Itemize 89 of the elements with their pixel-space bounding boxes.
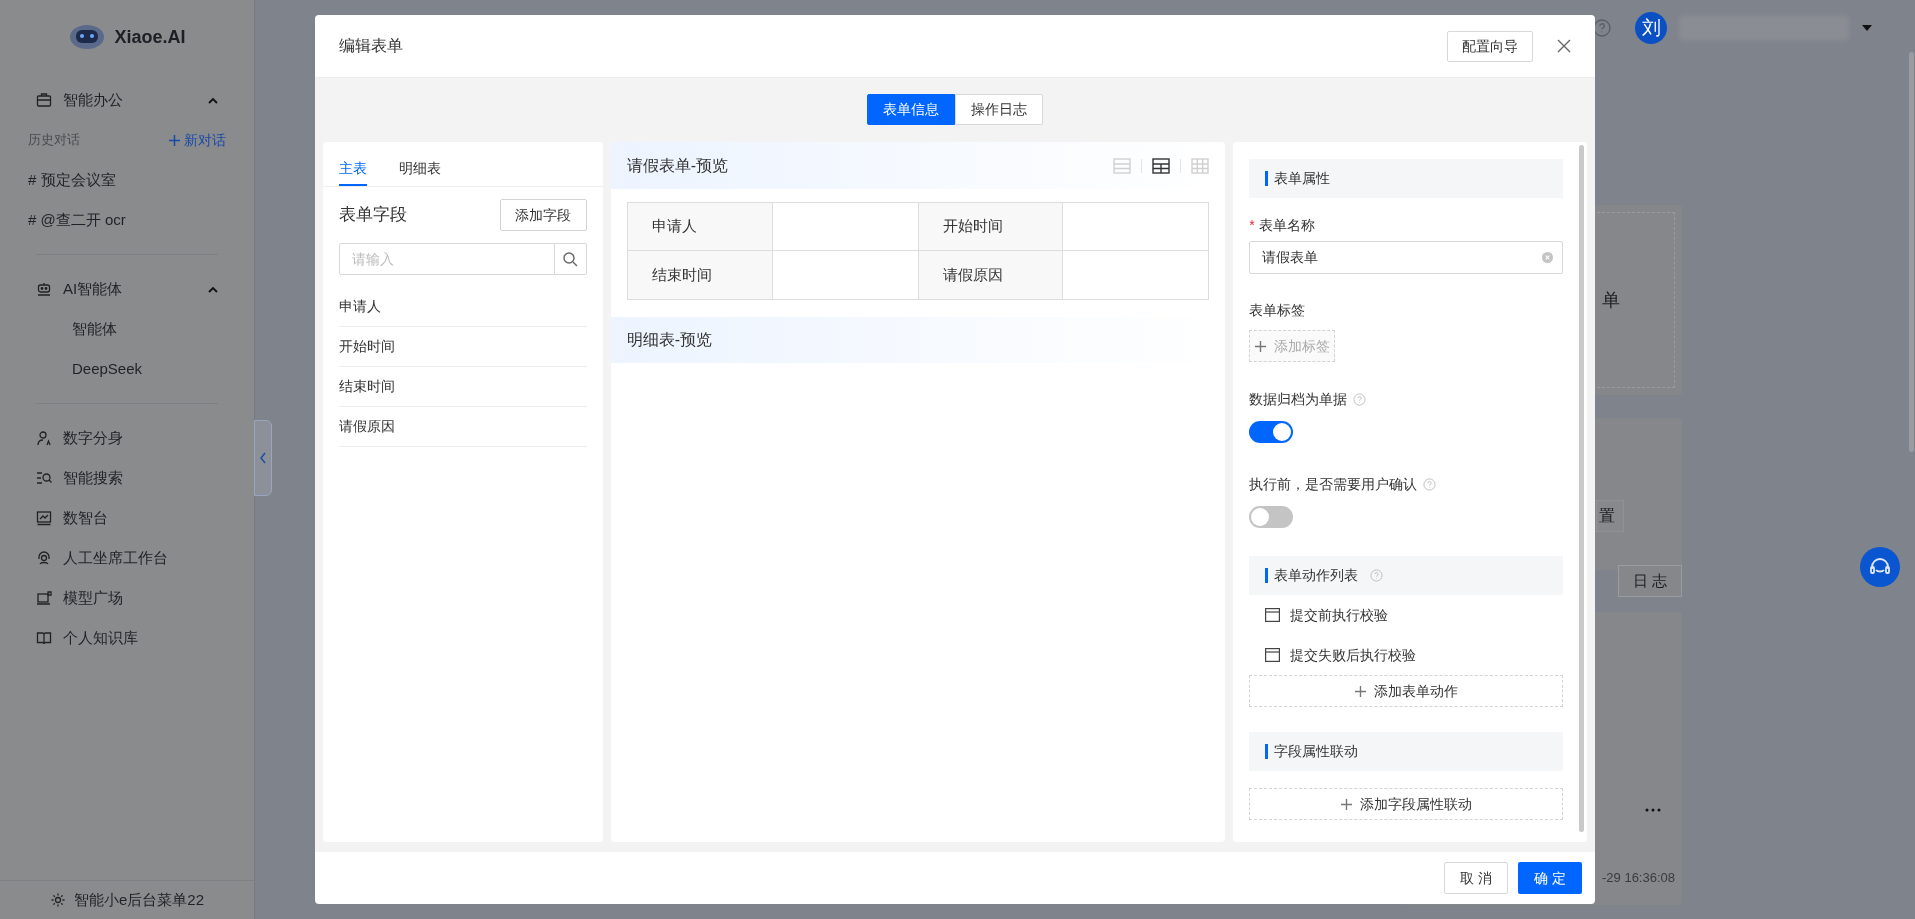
avatar[interactable]: 刘 (1635, 12, 1667, 44)
section-title: 字段属性联动 (1274, 742, 1359, 761)
history-label: 历史对话 (28, 131, 80, 150)
chat-support-button[interactable] (1860, 547, 1900, 587)
robot-icon (36, 281, 52, 297)
menu-item[interactable]: DeepSeek (0, 349, 254, 389)
field-label: 执行前，是否需要用户确认 (1249, 475, 1418, 494)
briefcase-icon (36, 92, 52, 108)
table-cell: 开始时间 (918, 203, 1064, 250)
menu-item[interactable]: 智能体 (0, 309, 254, 349)
tab[interactable]: 表单信息 (867, 94, 955, 125)
plus-icon (1340, 798, 1352, 810)
form-name-field[interactable]: 请假表单 (1249, 241, 1563, 274)
nav-item[interactable]: 智能搜索 (0, 458, 254, 498)
monitor-icon (36, 590, 52, 606)
history-item[interactable]: # 预定会议室 (0, 160, 254, 200)
action-item[interactable]: 提交失败后执行校验 (1249, 635, 1563, 675)
tab[interactable]: 操作日志 (955, 94, 1043, 125)
plus-icon (1354, 685, 1366, 697)
book-icon (36, 630, 52, 646)
person-icon (36, 430, 52, 446)
search-field[interactable]: 请输入 (339, 243, 555, 275)
add-button[interactable]: 添加字段属性联动 (1249, 788, 1563, 820)
search-list-icon (36, 470, 52, 486)
guide-button[interactable]: 配置向导 (1447, 30, 1533, 62)
plus-icon (169, 134, 180, 146)
section-title: 表单动作列表 (1274, 566, 1359, 585)
field-label: 表单标签 (1249, 301, 1307, 320)
required-mark: * (1249, 216, 1255, 235)
nav-item[interactable]: 模型广场 (0, 578, 254, 618)
menu-section-header[interactable]: 智能办公 (0, 80, 254, 120)
help-icon[interactable] (1593, 19, 1611, 37)
toggle-switch[interactable] (1249, 421, 1294, 443)
new-chat-link[interactable]: 新对话 (169, 129, 226, 151)
add-button[interactable]: 添加表单动作 (1249, 675, 1563, 707)
field-item[interactable]: 请假原因 (339, 407, 587, 447)
nav-item[interactable]: 个人知识库 (0, 618, 254, 658)
field-item[interactable]: 结束时间 (339, 367, 587, 407)
footer-menu-label[interactable]: 智能小e后台菜单22 (74, 888, 204, 912)
table-cell: 申请人 (627, 203, 773, 250)
field-item[interactable]: 申请人 (339, 287, 587, 327)
two-column-layout-icon[interactable] (1152, 156, 1171, 175)
search-icon (562, 251, 579, 267)
plus-icon (1254, 340, 1266, 352)
search-button[interactable] (554, 243, 587, 275)
history-item[interactable]: # @查二开 ocr (0, 200, 254, 240)
preview-title: 请假表单-预览 (626, 155, 729, 176)
nav-item[interactable]: 数智台 (0, 498, 254, 538)
scrollbar[interactable] (1579, 145, 1584, 832)
dialog-title: 编辑表单 (339, 36, 403, 56)
window-icon (1265, 608, 1281, 622)
log-button[interactable]: 日 志 (1618, 565, 1682, 597)
window-icon (1265, 648, 1281, 662)
table-cell: 结束时间 (627, 251, 773, 299)
section-label: AI智能体 (63, 278, 123, 299)
scrollbar[interactable] (1908, 52, 1914, 452)
chart-icon (36, 510, 52, 526)
robot-logo-icon (68, 23, 107, 51)
more-icon[interactable] (1645, 808, 1661, 812)
field-label: 数据归档为单据 (1249, 390, 1348, 409)
section-label: 智能办公 (63, 89, 123, 110)
field-item[interactable]: 开始时间 (339, 327, 587, 367)
toggle-switch[interactable] (1249, 506, 1294, 528)
detail-title: 明细表-预览 (626, 330, 713, 350)
menu-section-header[interactable]: AI智能体 (0, 269, 254, 309)
tab[interactable]: 明细表 (399, 152, 441, 186)
close-icon[interactable] (1557, 39, 1571, 53)
tab[interactable]: 主表 (339, 152, 367, 186)
chevron-up-icon[interactable] (208, 285, 218, 293)
chevron-left-icon (259, 452, 267, 464)
settings-icon[interactable] (50, 892, 66, 908)
timestamp: -29 16:36:08 (1602, 869, 1675, 887)
table-cell: 请假原因 (918, 251, 1064, 299)
section-heading: 表单字段 (339, 204, 407, 227)
confirm-button[interactable]: 确 定 (1518, 862, 1582, 894)
collapse-handle[interactable] (254, 420, 272, 496)
section-title: 表单属性 (1274, 169, 1331, 188)
field-label: 表单名称 (1258, 216, 1315, 235)
logo-text: Xiaoe.AI (114, 25, 186, 49)
nav-item[interactable]: 数字分身 (0, 418, 254, 458)
add-field-button[interactable]: 添加字段 (499, 199, 587, 231)
nav-item[interactable]: 人工坐席工作台 (0, 538, 254, 578)
card-label: 单 (1602, 288, 1621, 312)
chevron-up-icon[interactable] (208, 96, 218, 104)
action-item[interactable]: 提交前执行校验 (1249, 595, 1563, 635)
caret-down-icon[interactable] (1861, 24, 1873, 32)
settings-button[interactable]: 置 (1596, 500, 1624, 532)
cancel-button[interactable]: 取 消 (1444, 862, 1508, 894)
headset-icon (36, 550, 52, 566)
